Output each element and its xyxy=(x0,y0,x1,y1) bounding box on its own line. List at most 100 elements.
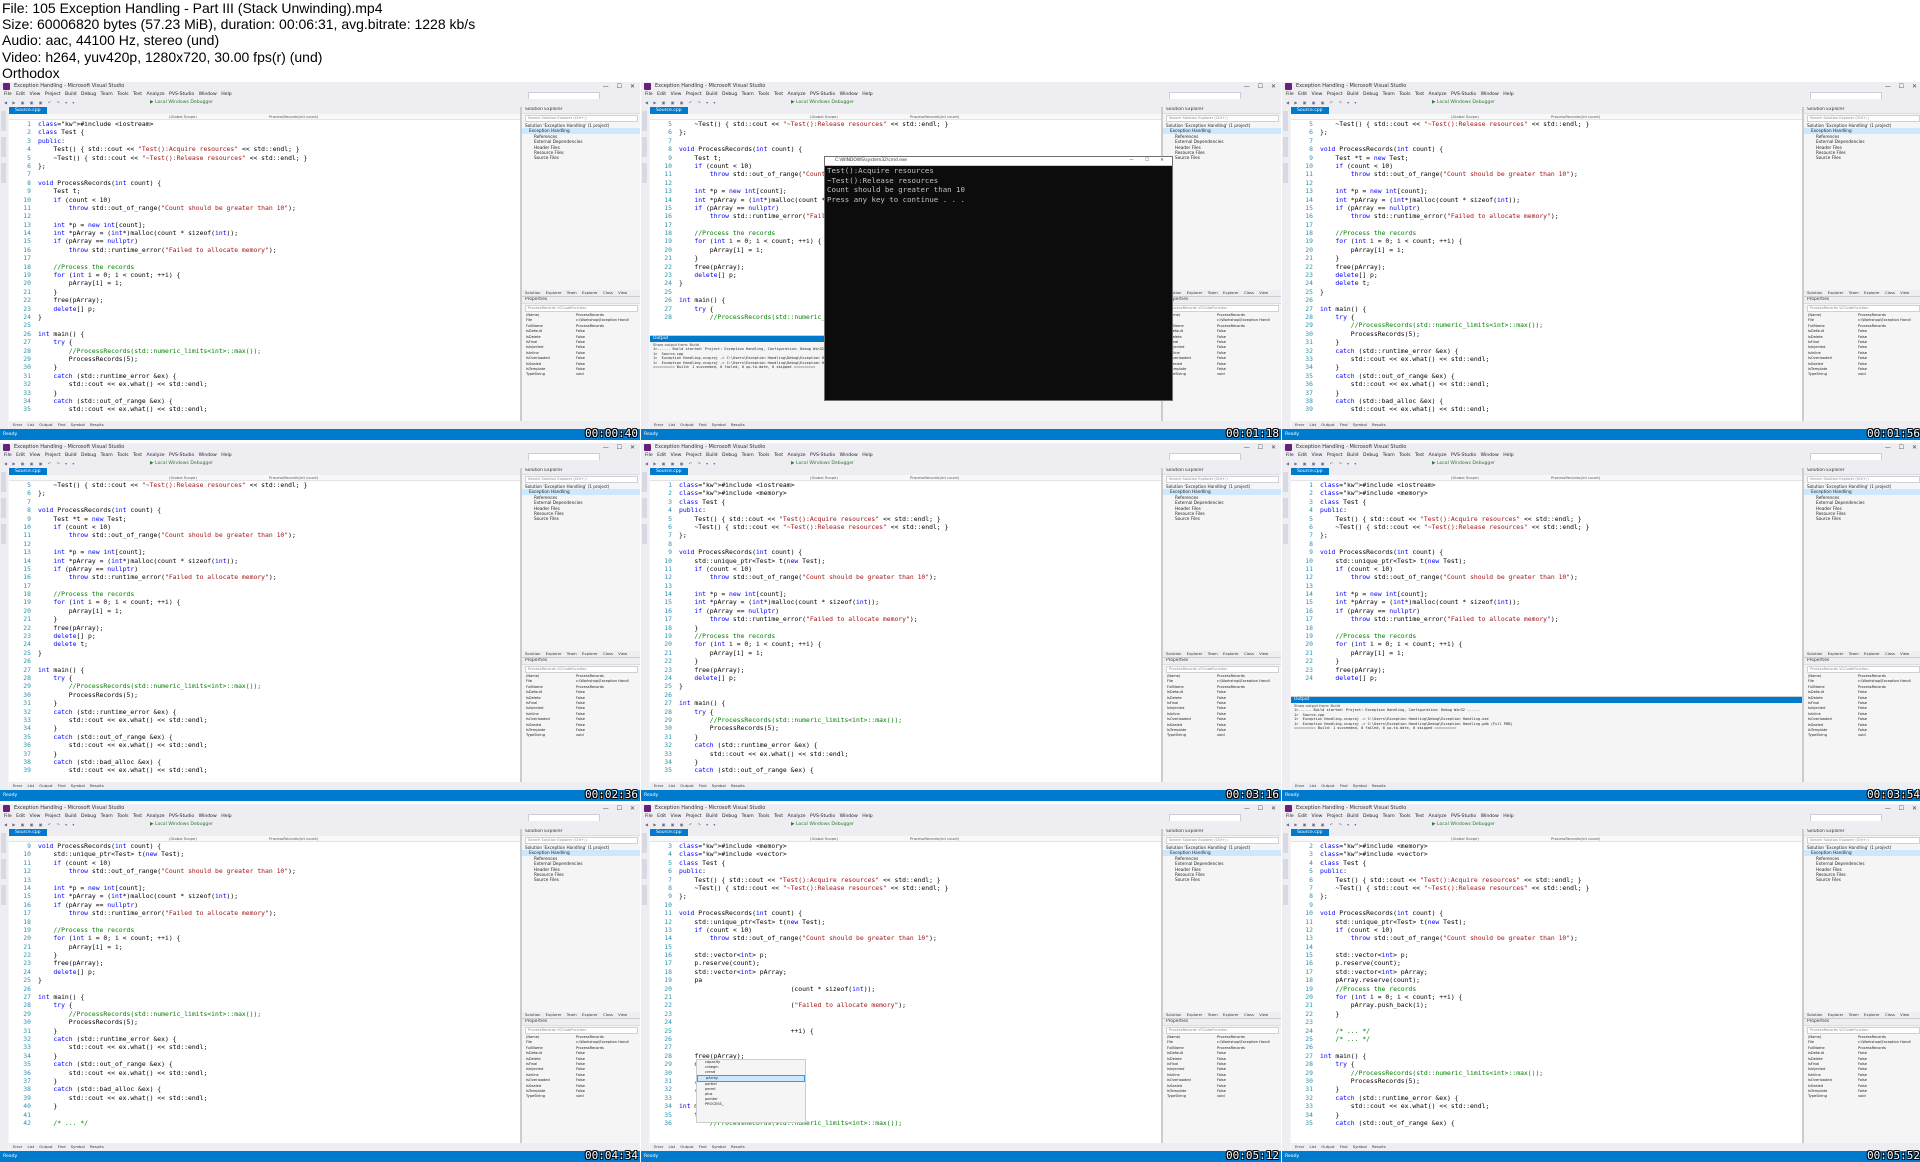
toolbar-icons[interactable]: ◀ ▶ ▣ ▣ ▣ ↶ ↷ ▾ ▾ xyxy=(1286,462,1358,466)
window-controls[interactable]: — ☐ ✕ xyxy=(1885,83,1920,90)
tool-window-tab[interactable] xyxy=(1283,833,1288,853)
start-debugging-button[interactable]: ▶ Local Windows Debugger xyxy=(1432,822,1495,828)
tree-item[interactable]: Source Files xyxy=(522,516,640,521)
menu-items[interactable]: File Edit View Project Build Debug Team … xyxy=(645,91,873,99)
scope-dropdown[interactable]: (Global Scope) xyxy=(810,114,838,119)
tree-item[interactable]: Source Files xyxy=(1804,877,1920,882)
menu-items[interactable]: File Edit View Project Build Debug Team … xyxy=(1286,813,1514,821)
bottom-panel-tabs[interactable]: Error List Output Find Symbol Results xyxy=(9,1143,640,1151)
code-editor[interactable]: Source.cpp (Global Scope) ProcessRecords(i… xyxy=(9,829,521,1143)
function-dropdown[interactable]: ProcessRecords(int count) xyxy=(1551,114,1600,119)
menu-items[interactable]: File Edit View Project Build Debug Team … xyxy=(4,91,232,99)
tree-item[interactable]: Source Files xyxy=(1804,516,1920,521)
solution-search-input[interactable]: Search Solution Explorer (Ctrl+;) xyxy=(1166,115,1279,122)
code-editor[interactable]: Source.cpp (Global Scope) ProcessRecords(i… xyxy=(650,829,1162,1143)
start-debugging-button[interactable]: ▶ Local Windows Debugger xyxy=(791,461,854,467)
tree-item[interactable]: Source Files xyxy=(522,877,640,882)
scope-dropdown[interactable]: (Global Scope) xyxy=(1451,836,1479,841)
tab-source-cpp[interactable]: Source.cpp xyxy=(650,468,688,475)
function-dropdown[interactable]: ProcessRecords(int count) xyxy=(269,114,318,119)
tool-window-tab[interactable] xyxy=(642,163,647,183)
property-row[interactable]: TypeString void xyxy=(522,733,640,738)
property-row[interactable]: TypeString void xyxy=(1804,1094,1920,1099)
tool-window-tab[interactable] xyxy=(642,885,647,905)
window-controls[interactable]: — ☐ ✕ xyxy=(1244,444,1279,451)
tab-source-cpp[interactable]: Source.cpp xyxy=(9,468,47,475)
function-dropdown[interactable]: ProcessRecords(int count) xyxy=(910,114,959,119)
scope-dropdown[interactable]: (Global Scope) xyxy=(169,836,197,841)
start-debugging-button[interactable]: ▶ Local Windows Debugger xyxy=(150,100,213,106)
code-editor[interactable]: Source.cpp (Global Scope) ProcessRecords(i… xyxy=(1291,468,1803,782)
tool-window-tab[interactable] xyxy=(1,885,6,905)
start-debugging-button[interactable]: ▶ Local Windows Debugger xyxy=(1432,100,1495,106)
tab-source-cpp[interactable]: Source.cpp xyxy=(1291,107,1329,114)
menu-items[interactable]: File Edit View Project Build Debug Team … xyxy=(645,813,873,821)
toolbar-icons[interactable]: ◀ ▶ ▣ ▣ ▣ ↶ ↷ ▾ ▾ xyxy=(645,462,717,466)
code-editor[interactable]: Source.cpp (Global Scope) ProcessRecords(i… xyxy=(650,468,1162,782)
bottom-panel-tabs[interactable]: Error List Output Find Symbol Results xyxy=(1291,1143,1920,1151)
tool-window-tab[interactable] xyxy=(1283,111,1288,131)
window-controls[interactable]: — ☐ ✕ xyxy=(1885,805,1920,812)
scope-dropdown[interactable]: (Global Scope) xyxy=(1451,114,1479,119)
function-dropdown[interactable]: ProcessRecords(int count) xyxy=(269,475,318,480)
window-controls[interactable]: — ☐ ✕ xyxy=(603,444,638,451)
tool-window-tab[interactable] xyxy=(1,859,6,879)
completion-item[interactable]: pArray xyxy=(697,1075,805,1082)
window-controls[interactable]: — ☐ ✕ xyxy=(1244,83,1279,90)
toolbar-icons[interactable]: ◀ ▶ ▣ ▣ ▣ ↶ ↷ ▾ ▾ xyxy=(645,823,717,827)
function-dropdown[interactable]: ProcessRecords(int count) xyxy=(910,836,959,841)
menu-items[interactable]: File Edit View Project Build Debug Team … xyxy=(1286,452,1514,460)
bottom-panel-tabs[interactable]: Error List Output Find Symbol Results xyxy=(650,782,1281,790)
solution-search-input[interactable]: Search Solution Explorer (Ctrl+;) xyxy=(1807,476,1920,483)
code-editor[interactable]: Source.cpp (Global Scope) ProcessRecords(i… xyxy=(1291,829,1803,1143)
toolbar-icons[interactable]: ◀ ▶ ▣ ▣ ▣ ↶ ↷ ▾ ▾ xyxy=(4,823,76,827)
scope-dropdown[interactable]: (Global Scope) xyxy=(810,836,838,841)
tool-window-tab[interactable] xyxy=(1,163,6,183)
menu-items[interactable]: File Edit View Project Build Debug Team … xyxy=(4,813,232,821)
tab-source-cpp[interactable]: Source.cpp xyxy=(9,107,47,114)
tool-window-tab[interactable] xyxy=(1,498,6,518)
tool-window-tab[interactable] xyxy=(1,472,6,492)
toolbar-icons[interactable]: ◀ ▶ ▣ ▣ ▣ ↶ ↷ ▾ ▾ xyxy=(4,101,76,105)
scope-dropdown[interactable]: (Global Scope) xyxy=(810,475,838,480)
tool-window-tab[interactable] xyxy=(642,859,647,879)
bottom-panel-tabs[interactable]: Error List Output Find Symbol Results xyxy=(1291,782,1920,790)
function-dropdown[interactable]: ProcessRecords(int count) xyxy=(269,836,318,841)
tool-window-tab[interactable] xyxy=(642,524,647,544)
property-row[interactable]: TypeString void xyxy=(1163,372,1281,377)
property-row[interactable]: TypeString void xyxy=(1163,733,1281,738)
tool-window-tab[interactable] xyxy=(1,524,6,544)
tree-item[interactable]: Source Files xyxy=(522,155,640,160)
tool-window-tab[interactable] xyxy=(1283,163,1288,183)
start-debugging-button[interactable]: ▶ Local Windows Debugger xyxy=(150,822,213,828)
window-controls[interactable]: — ☐ ✕ xyxy=(603,83,638,90)
tool-window-tab[interactable] xyxy=(642,498,647,518)
function-dropdown[interactable]: ProcessRecords(int count) xyxy=(910,475,959,480)
property-row[interactable]: TypeString void xyxy=(1163,1094,1281,1099)
tree-item[interactable]: Source Files xyxy=(1163,516,1281,521)
bottom-panel-tabs[interactable]: Error List Output Find Symbol Results xyxy=(650,421,1281,429)
scope-dropdown[interactable]: (Global Scope) xyxy=(1451,475,1479,480)
property-row[interactable]: TypeString void xyxy=(522,372,640,377)
solution-search-input[interactable]: Search Solution Explorer (Ctrl+;) xyxy=(1166,476,1279,483)
toolbar-icons[interactable]: ◀ ▶ ▣ ▣ ▣ ↶ ↷ ▾ ▾ xyxy=(1286,101,1358,105)
solution-search-input[interactable]: Search Solution Explorer (Ctrl+;) xyxy=(525,476,638,483)
solution-search-input[interactable]: Search Solution Explorer (Ctrl+;) xyxy=(1807,837,1920,844)
start-debugging-button[interactable]: ▶ Local Windows Debugger xyxy=(1432,461,1495,467)
tree-item[interactable]: Source Files xyxy=(1163,155,1281,160)
tool-window-tab[interactable] xyxy=(642,137,647,157)
solution-search-input[interactable]: Search Solution Explorer (Ctrl+;) xyxy=(1166,837,1279,844)
tab-source-cpp[interactable]: Source.cpp xyxy=(650,829,688,836)
console-window-controls[interactable]: — ☐ ✕ xyxy=(1129,157,1169,165)
tab-source-cpp[interactable]: Source.cpp xyxy=(650,107,688,114)
toolbar-icons[interactable]: ◀ ▶ ▣ ▣ ▣ ↶ ↷ ▾ ▾ xyxy=(645,101,717,105)
menu-items[interactable]: File Edit View Project Build Debug Team … xyxy=(645,452,873,460)
property-row[interactable]: TypeString void xyxy=(522,1094,640,1099)
scope-dropdown[interactable]: (Global Scope) xyxy=(169,475,197,480)
window-controls[interactable]: — ☐ ✕ xyxy=(603,805,638,812)
solution-search-input[interactable]: Search Solution Explorer (Ctrl+;) xyxy=(525,837,638,844)
scope-dropdown[interactable]: (Global Scope) xyxy=(169,114,197,119)
solution-search-input[interactable]: Search Solution Explorer (Ctrl+;) xyxy=(1807,115,1920,122)
tool-window-tab[interactable] xyxy=(1,137,6,157)
menu-items[interactable]: File Edit View Project Build Debug Team … xyxy=(4,452,232,460)
